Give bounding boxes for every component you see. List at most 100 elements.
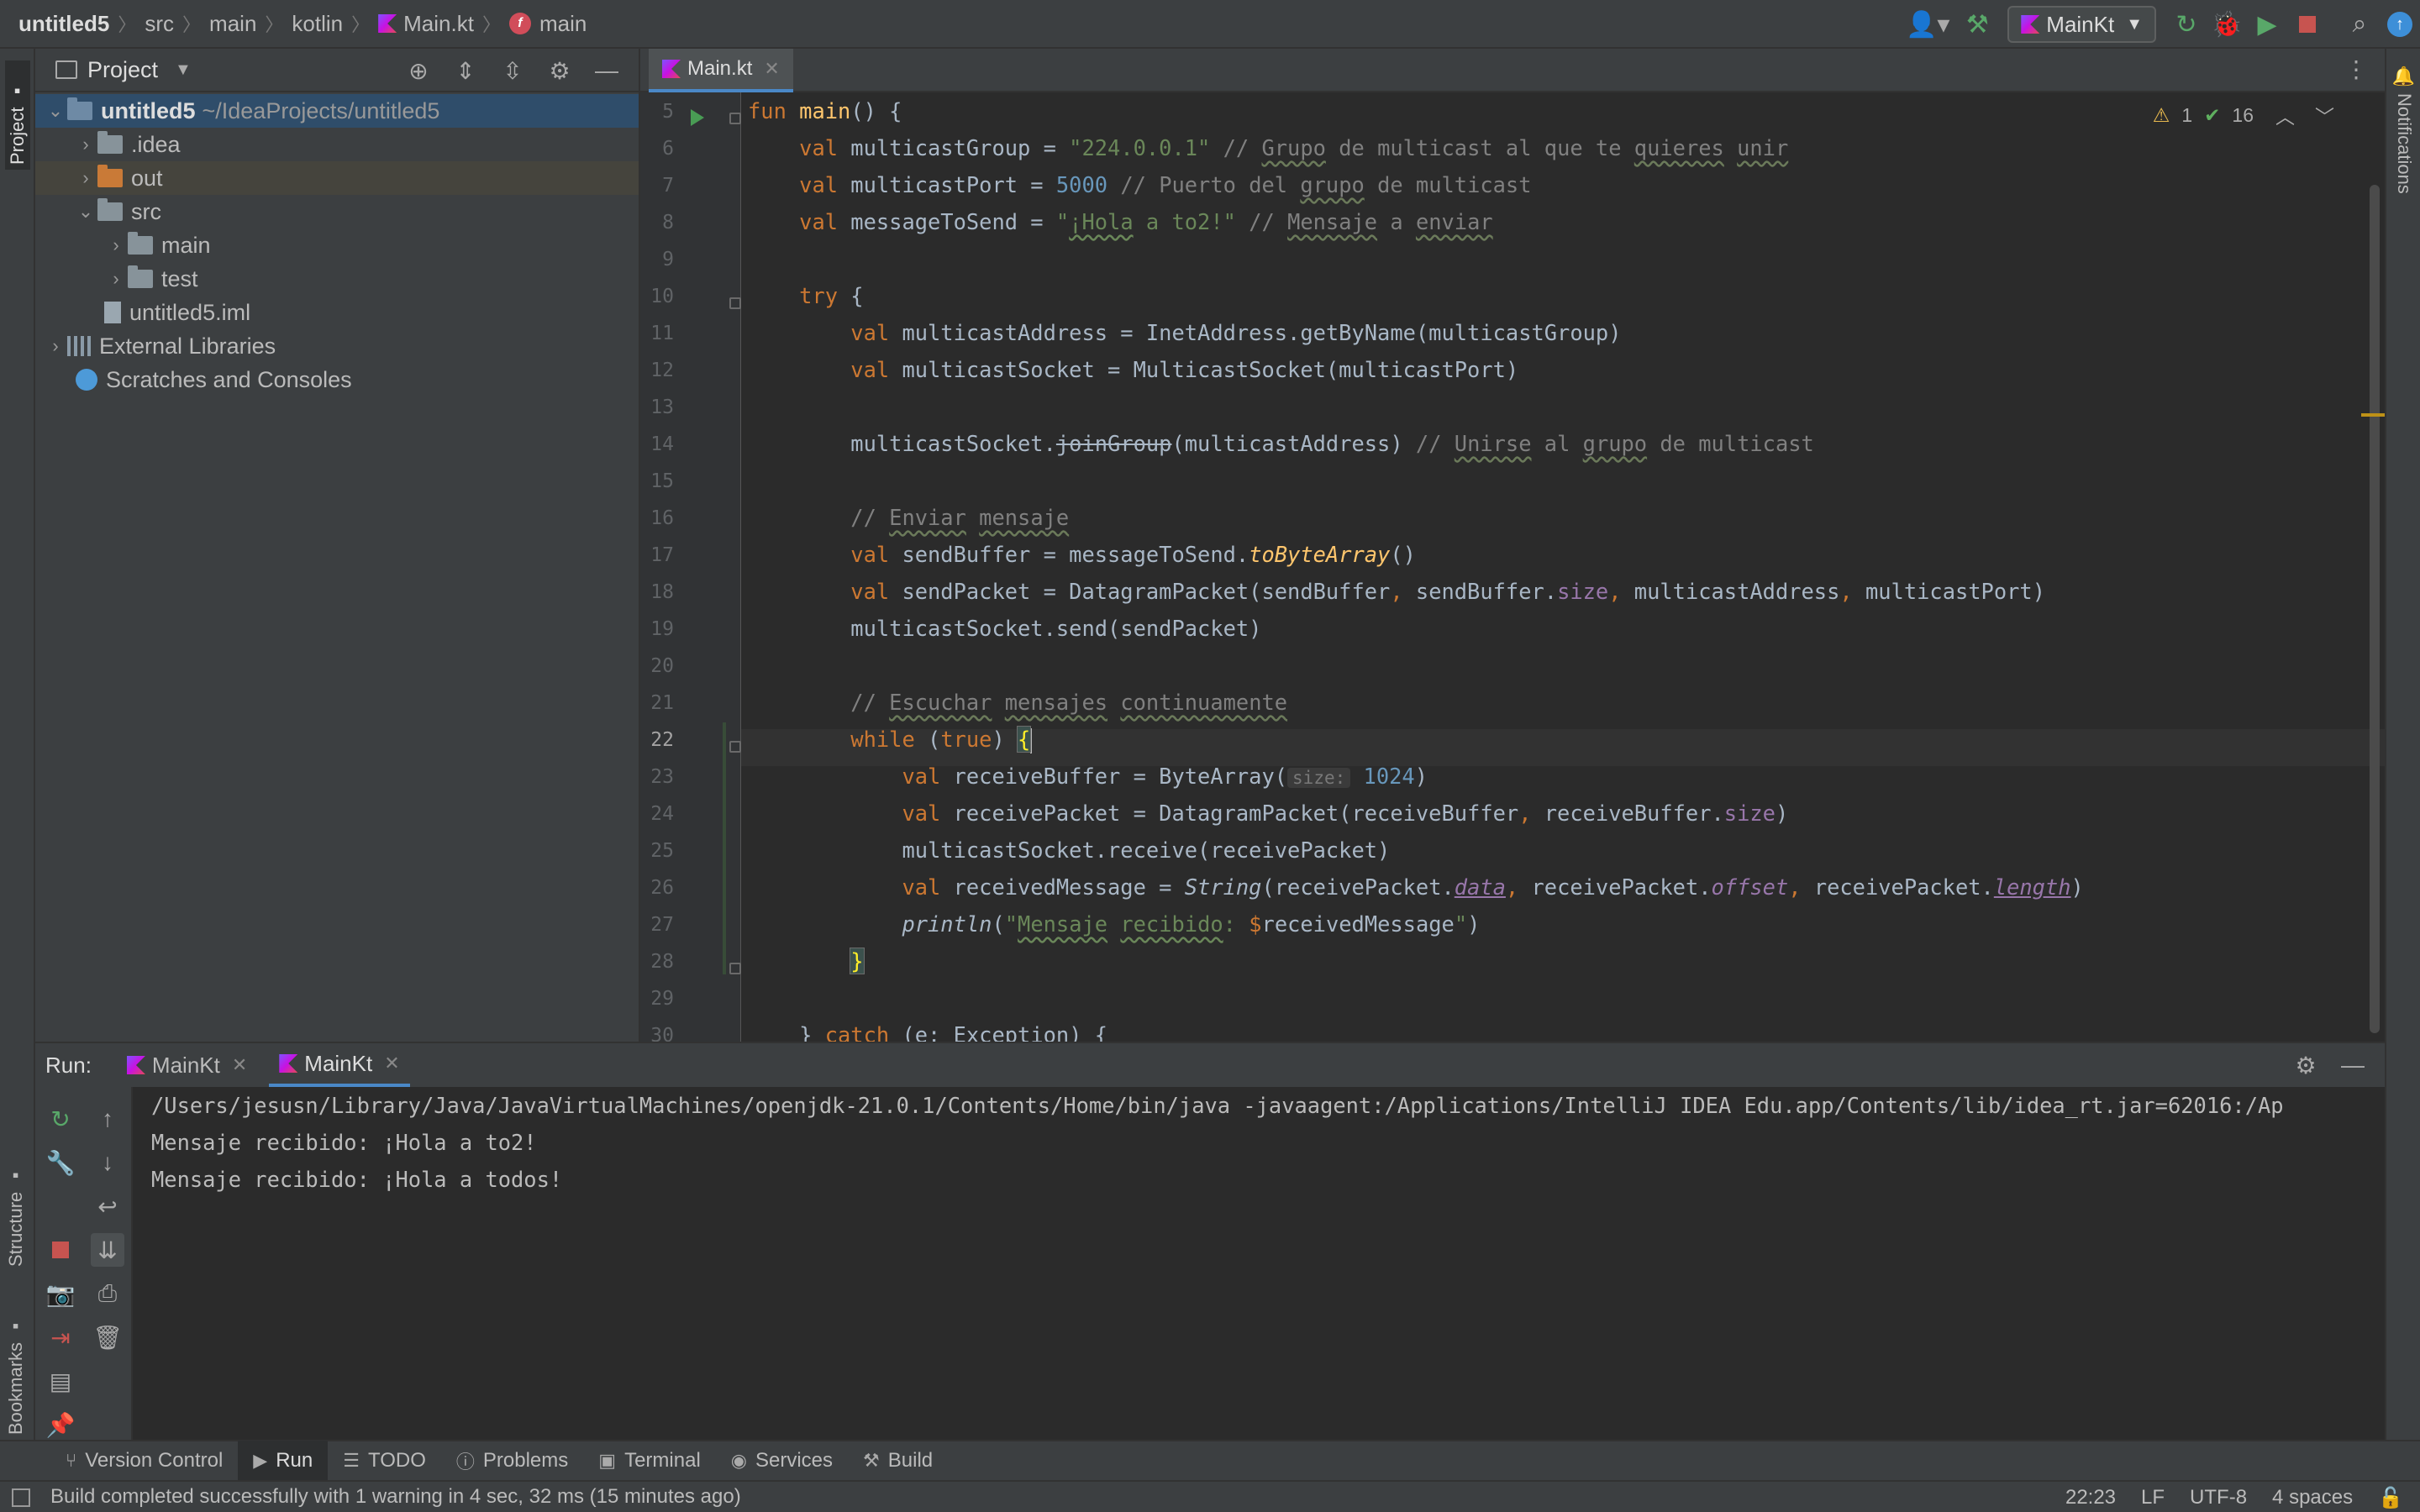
editor-scrollbar[interactable] [2370, 185, 2380, 1033]
problems-tool-button[interactable]: ⓘ Problems [441, 1441, 583, 1481]
close-icon[interactable]: ✕ [232, 1054, 247, 1076]
breadcrumb-function[interactable]: main [539, 11, 587, 37]
breadcrumb-src[interactable]: src [145, 11, 174, 37]
rerun-icon[interactable]: ↻ [2166, 4, 2207, 45]
gear-icon[interactable]: ⚙ [536, 57, 583, 85]
print-icon[interactable]: ⎙ [91, 1277, 124, 1310]
notifications-tool-label: Notifications [2394, 92, 2415, 194]
tree-item-scratches[interactable]: Scratches and Consoles [35, 363, 639, 396]
run-configuration-select[interactable]: MainKt ▼ [2007, 6, 2156, 43]
line-number: 13 [650, 396, 674, 418]
breadcrumb-file[interactable]: Main.kt [403, 11, 474, 37]
project-panel-title[interactable]: Project [87, 57, 158, 83]
chevron-right-icon[interactable]: › [74, 134, 97, 155]
rerun-icon[interactable]: ↻ [44, 1102, 77, 1136]
structure-tool-button[interactable]: Structure ▪ [5, 1141, 27, 1267]
run-tab-mainkt-1[interactable]: MainKt ✕ [117, 1043, 257, 1087]
layout-icon[interactable]: ▤ [44, 1364, 77, 1398]
stop-icon[interactable] [2287, 4, 2328, 45]
tree-item-test[interactable]: › test [35, 262, 639, 296]
tree-item-external-libraries[interactable]: › External Libraries [35, 329, 639, 363]
close-icon[interactable]: ✕ [384, 1053, 399, 1074]
tree-item-out[interactable]: › out [35, 161, 639, 195]
chevron-down-icon[interactable]: ﹀ [2315, 101, 2334, 129]
fold-marker-icon[interactable] [729, 741, 741, 753]
hide-icon[interactable]: — [2329, 1052, 2376, 1079]
chevron-right-icon[interactable]: › [104, 268, 128, 290]
locate-icon[interactable]: ⊕ [395, 57, 442, 85]
collapse-all-icon[interactable]: ⇳ [489, 57, 536, 85]
version-control-tool-button[interactable]: ⑂ Version Control [50, 1441, 238, 1481]
chevron-down-icon[interactable]: ▼ [175, 60, 192, 80]
notifications-tool-button[interactable]: 🔔 Notifications [2393, 66, 2415, 234]
pin-icon[interactable]: 📌 [44, 1408, 77, 1441]
breadcrumb-project[interactable]: untitled5 [18, 11, 109, 37]
soft-wrap-icon[interactable]: ↩ [91, 1189, 124, 1223]
tree-item-main[interactable]: › main [35, 228, 639, 262]
trash-icon[interactable]: 🗑 [91, 1320, 124, 1354]
debug-icon[interactable]: 🐞 [2207, 4, 2247, 45]
camera-icon[interactable]: 📷 [44, 1277, 77, 1310]
editor-gutter: 5 6 7 8 9 10 11 12 13 14 15 16 17 18 19 … [640, 92, 741, 1042]
wrench-icon[interactable]: 🔧 [44, 1146, 77, 1179]
fold-marker-icon[interactable] [729, 113, 741, 124]
tree-item-src[interactable]: ⌄ src [35, 195, 639, 228]
terminal-tool-button[interactable]: ▣ Terminal [583, 1441, 716, 1481]
exit-icon[interactable]: ⇥ [44, 1320, 77, 1354]
arrow-down-icon[interactable]: ↓ [91, 1146, 124, 1179]
user-icon[interactable]: 👤▾ [1898, 4, 1957, 45]
code-token: multicastPort = [838, 172, 1056, 197]
lock-icon[interactable]: 🔓 [2378, 1486, 2403, 1510]
tree-item-untitled5[interactable]: ⌄ untitled5 ~/IdeaProjects/untitled5 [35, 94, 639, 128]
gear-icon[interactable]: ⚙ [2282, 1052, 2329, 1079]
scroll-to-end-icon[interactable]: ⇊ [91, 1233, 124, 1267]
search-icon[interactable]: ⌕ [2339, 4, 2380, 45]
code-token: grupo [1582, 431, 1648, 456]
close-icon[interactable]: ✕ [764, 58, 779, 80]
project-tool-button[interactable]: Project ▪ [5, 60, 30, 170]
expand-all-icon[interactable]: ⇕ [442, 57, 489, 85]
file-encoding[interactable]: UTF-8 [2190, 1486, 2247, 1509]
chevron-right-icon[interactable]: › [74, 167, 97, 189]
bookmarks-tool-button[interactable]: Bookmarks ▪ [5, 1292, 27, 1435]
build-hammer-icon[interactable]: ⚒ [1957, 4, 1997, 45]
chevron-down-icon[interactable]: ⌄ [44, 100, 67, 122]
run-tool-button[interactable]: ▶ Run [238, 1441, 329, 1481]
chevron-down-icon[interactable]: ⌄ [74, 201, 97, 223]
status-message[interactable]: Build completed successfully with 1 warn… [50, 1485, 741, 1509]
chevron-right-icon[interactable]: › [44, 335, 67, 357]
kotlin-run-icon [126, 1056, 145, 1074]
toggle-tool-windows-icon[interactable] [12, 1488, 30, 1507]
hide-icon[interactable]: — [583, 57, 630, 84]
code-line: multicastSocket.send(sendPacket) [748, 610, 1261, 647]
line-number: 6 [662, 138, 674, 160]
warning-stripe-marker[interactable] [2361, 413, 2385, 417]
build-tool-button[interactable]: ⚒ Build [848, 1441, 948, 1481]
update-icon[interactable]: ↑ [2380, 4, 2420, 45]
tab-main-kt[interactable]: Main.kt ✕ [649, 49, 793, 92]
fold-marker-icon[interactable] [729, 963, 741, 974]
run-tab-mainkt-2[interactable]: MainKt ✕ [269, 1043, 410, 1087]
code-token: grupo [1300, 172, 1365, 197]
chevron-up-icon[interactable]: ︿ [2275, 101, 2295, 129]
scratches-icon [76, 369, 97, 391]
coverage-icon[interactable]: ▶ [2247, 4, 2287, 45]
fold-marker-icon[interactable] [729, 297, 741, 309]
code-editor[interactable]: 5 6 7 8 9 10 11 12 13 14 15 16 17 18 19 … [640, 92, 2385, 1042]
stop-icon[interactable] [44, 1233, 77, 1267]
tree-item-iml[interactable]: untitled5.iml [35, 296, 639, 329]
caret-position[interactable]: 22:23 [2065, 1486, 2116, 1509]
more-options-icon[interactable]: ⋮ [2344, 55, 2368, 83]
arrow-up-icon[interactable]: ↑ [91, 1102, 124, 1136]
services-tool-button[interactable]: ◉ Services [716, 1441, 848, 1481]
chevron-right-icon[interactable]: › [104, 234, 128, 256]
breadcrumb-main[interactable]: main [209, 11, 256, 37]
run-gutter-icon[interactable] [691, 109, 704, 126]
todo-tool-button[interactable]: ☰ TODO [328, 1441, 441, 1481]
line-separator[interactable]: LF [2141, 1486, 2165, 1509]
breadcrumb-kotlin[interactable]: kotlin [292, 11, 343, 37]
tree-item-idea[interactable]: › .idea [35, 128, 639, 161]
console-output[interactable]: /Users/jesusn/Library/Java/JavaVirtualMa… [151, 1087, 2378, 1441]
inspection-widget[interactable]: ⚠ 1 ✔ 16 ︿ ﹀ [2153, 101, 2334, 129]
indent-setting[interactable]: 4 spaces [2272, 1486, 2353, 1509]
